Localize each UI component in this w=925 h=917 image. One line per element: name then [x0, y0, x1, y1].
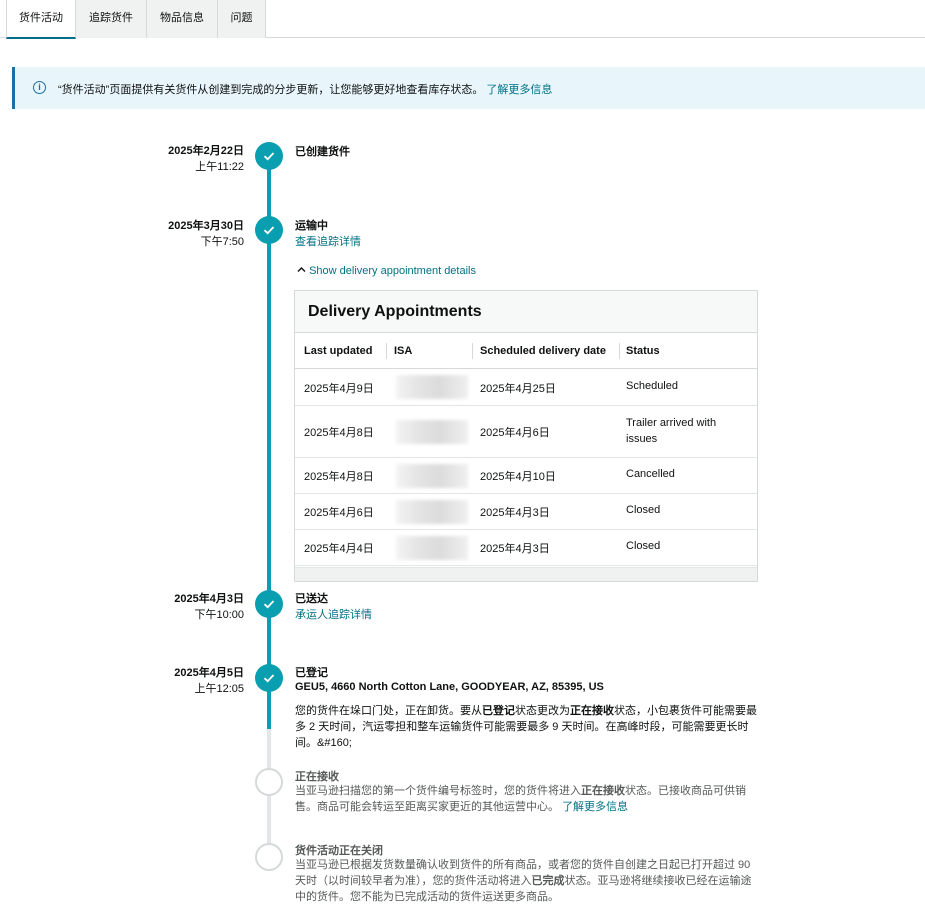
appointments-title: Delivery Appointments	[308, 303, 482, 320]
column-divider	[619, 343, 620, 359]
receiving-learn-more-link[interactable]: 了解更多信息	[562, 801, 628, 813]
table-row: 2025年4月6日 2025年4月3日 Closed	[295, 494, 757, 530]
tab-shipment-activity[interactable]: 货件活动	[6, 0, 76, 39]
checkin-text-1: 您的货件在垛口门处，正在卸货。要从	[295, 705, 482, 717]
event-delivered-date: 2025年4月3日	[174, 593, 244, 605]
banner-text: “货件活动”页面提供有关货件从创建到完成的分步更新，让您能够更好地查看库存状态。…	[58, 81, 552, 97]
cell-last-updated: 2025年4月8日	[304, 471, 374, 483]
table-header-row: Last updated ISA Scheduled delivery date…	[295, 333, 757, 369]
pending-step-icon	[255, 843, 283, 871]
fulfillment-center-address: GEU5, 4660 North Cotton Lane, GOODYEAR, …	[295, 681, 604, 693]
redacted-isa	[396, 464, 468, 488]
closing-description: 当亚马逊已根据发货数量确认收到货件的所有商品，或者您的货件自创建之日起已打开超过…	[295, 857, 761, 905]
cell-scheduled-date: 2025年4月25日	[480, 383, 556, 395]
redacted-isa	[396, 420, 468, 444]
event-closing-title: 货件活动正在关闭	[295, 845, 383, 857]
appointments-header: Delivery Appointments	[295, 291, 757, 333]
cell-last-updated: 2025年4月9日	[304, 383, 374, 395]
redacted-isa	[396, 375, 468, 399]
event-checkin-title: 已登记	[295, 667, 328, 679]
event-created-title: 已创建货件	[295, 146, 350, 158]
col-scheduled-date: Scheduled delivery date	[480, 345, 606, 357]
col-isa: ISA	[394, 345, 413, 357]
event-transit-date: 2025年3月30日	[168, 220, 244, 232]
table-row: 2025年4月8日 2025年4月10日 Cancelled	[295, 458, 757, 494]
cell-scheduled-date: 2025年4月3日	[480, 507, 550, 519]
cell-status: Closed	[626, 540, 661, 552]
table-row: 2025年4月8日 2025年4月6日 Trailer arrived with…	[295, 406, 757, 458]
column-divider	[386, 343, 387, 359]
event-delivered-title: 已送达	[295, 593, 328, 605]
event-delivered-time: 下午10:00	[194, 609, 244, 621]
table-row: 2025年4月4日 2025年4月3日 Closed	[295, 530, 757, 566]
check-icon	[255, 142, 283, 170]
delivery-appointments-table: Delivery Appointments Last updated ISA S…	[294, 290, 758, 582]
receiving-description: 当亚马逊扫描您的第一个货件编号标签时，您的货件将进入正在接收状态。已接收商品可供…	[295, 783, 761, 815]
table-scrollbar[interactable]	[295, 567, 757, 581]
event-transit-title: 运输中	[295, 220, 328, 232]
tab-track-shipment[interactable]: 追踪货件	[76, 0, 147, 38]
cell-scheduled-date: 2025年4月6日	[480, 427, 550, 439]
delivery-appointment-toggle[interactable]: Show delivery appointment details	[297, 265, 476, 277]
closing-bold-status: 已完成	[531, 875, 565, 887]
cell-last-updated: 2025年4月6日	[304, 507, 374, 519]
check-icon	[255, 590, 283, 618]
redacted-isa	[396, 536, 468, 560]
banner-learn-more-link[interactable]: 了解更多信息	[486, 84, 552, 96]
chevron-up-icon	[297, 265, 309, 277]
banner-message: “货件活动”页面提供有关货件从创建到完成的分步更新，让您能够更好地查看库存状态。	[58, 84, 484, 96]
info-banner: i “货件活动”页面提供有关货件从创建到完成的分步更新，让您能够更好地查看库存状…	[12, 67, 925, 109]
event-created-time: 上午11:22	[195, 161, 244, 173]
cell-scheduled-date: 2025年4月3日	[480, 543, 550, 555]
col-last-updated: Last updated	[304, 345, 373, 357]
cell-status: Closed	[626, 504, 661, 516]
carrier-tracking-link[interactable]: 承运人追踪详情	[295, 606, 372, 622]
tab-issues[interactable]: 问题	[218, 0, 266, 38]
info-icon: i	[33, 81, 46, 94]
column-divider	[472, 343, 473, 359]
event-created-date: 2025年2月22日	[168, 145, 244, 157]
checkin-bold-status-1: 已登记	[482, 705, 515, 717]
event-receiving-title: 正在接收	[295, 771, 339, 783]
checkin-bold-status-2: 正在接收	[570, 705, 614, 717]
cell-last-updated: 2025年4月4日	[304, 543, 374, 555]
event-transit-time: 下午7:50	[200, 236, 244, 248]
event-checkin-time: 上午12:05	[194, 683, 244, 695]
redacted-isa	[396, 500, 468, 524]
event-checkin-date: 2025年4月5日	[174, 667, 244, 679]
cell-status: Cancelled	[626, 468, 675, 480]
checkin-text-2: 状态更改为	[515, 705, 570, 717]
cell-status: Trailer arrived with issues	[626, 417, 717, 445]
check-icon	[255, 216, 283, 244]
table-row: 2025年4月9日 2025年4月25日 Scheduled	[295, 369, 757, 406]
cell-scheduled-date: 2025年4月10日	[480, 471, 556, 483]
col-status: Status	[626, 345, 660, 357]
tab-bar: 货件活动 追踪货件 物品信息 问题	[0, 0, 925, 39]
toggle-label: Show delivery appointment details	[309, 265, 476, 277]
tab-item-info[interactable]: 物品信息	[147, 0, 218, 38]
pending-step-icon	[255, 768, 283, 796]
receiving-text-1: 当亚马逊扫描您的第一个货件编号标签时，您的货件将进入	[295, 785, 581, 797]
receiving-bold-status: 正在接收	[581, 785, 625, 797]
check-icon	[255, 664, 283, 692]
view-tracking-link[interactable]: 查看追踪详情	[295, 233, 361, 249]
checkin-description: 您的货件在垛口门处，正在卸货。要从已登记状态更改为正在接收状态，小包裹货件可能需…	[295, 703, 761, 751]
cell-status: Scheduled	[626, 380, 678, 392]
cell-last-updated: 2025年4月8日	[304, 427, 374, 439]
